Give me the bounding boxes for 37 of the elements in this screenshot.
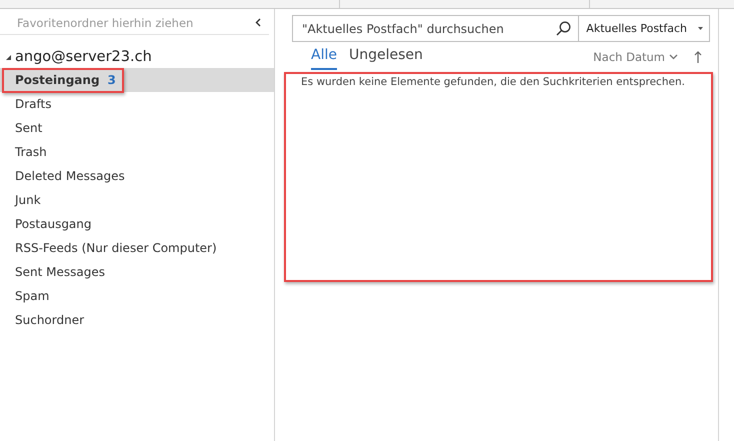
search-field[interactable]: "Aktuelles Postfach" durchsuchen bbox=[292, 15, 580, 42]
folder-item[interactable]: Deleted Messages bbox=[0, 164, 274, 188]
chevron-down-icon bbox=[669, 54, 678, 60]
folder-item[interactable]: Trash bbox=[0, 140, 274, 164]
collapse-icon[interactable] bbox=[255, 18, 261, 27]
folder-name: Posteingang bbox=[15, 73, 100, 87]
folder-name: Deleted Messages bbox=[15, 169, 125, 183]
filter-tab[interactable]: Alle bbox=[311, 44, 337, 70]
folder-item[interactable]: RSS-Feeds (Nur dieser Computer) bbox=[0, 236, 274, 260]
expanded-triangle-icon[interactable] bbox=[5, 54, 12, 60]
folder-name: Postausgang bbox=[15, 217, 92, 231]
folder-item[interactable]: Sent Messages bbox=[0, 260, 274, 284]
favorites-hint: Favoritenordner hierhin ziehen bbox=[17, 16, 194, 30]
sort-direction-arrow-icon[interactable] bbox=[694, 50, 702, 64]
sort-dropdown[interactable]: Nach Datum bbox=[593, 50, 678, 64]
folder-item[interactable]: Sent bbox=[0, 116, 274, 140]
folder-name: Spam bbox=[15, 289, 50, 303]
folder-name: Trash bbox=[15, 145, 47, 159]
dropdown-caret-icon bbox=[698, 27, 703, 30]
unread-count: 3 bbox=[108, 73, 116, 87]
search-scope-dropdown[interactable]: Aktuelles Postfach bbox=[579, 15, 710, 42]
folder-name: Suchordner bbox=[15, 313, 84, 327]
search-icon[interactable] bbox=[556, 21, 572, 36]
folder-item[interactable]: Drafts bbox=[0, 92, 274, 116]
folder-item[interactable]: Suchordner bbox=[0, 308, 274, 332]
folder-name: Drafts bbox=[15, 97, 52, 111]
folder-item[interactable]: Posteingang 3 bbox=[0, 68, 274, 92]
empty-list-message: Es wurden keine Elemente gefunden, die den Suchkriterien entsprechen. bbox=[301, 76, 686, 88]
filter-tab[interactable]: Ungelesen bbox=[348, 44, 423, 70]
folder-name: RSS-Feeds (Nur dieser Computer) bbox=[15, 241, 217, 255]
folder-item[interactable]: Spam bbox=[0, 284, 274, 308]
folder-name: Sent Messages bbox=[15, 265, 105, 279]
folder-name: Sent bbox=[15, 121, 42, 135]
account-name[interactable]: ango@server23.ch bbox=[15, 49, 152, 65]
folder-item[interactable]: Junk bbox=[0, 188, 274, 212]
folder-name: Junk bbox=[15, 193, 41, 207]
folder-item[interactable]: Postausgang bbox=[0, 212, 274, 236]
